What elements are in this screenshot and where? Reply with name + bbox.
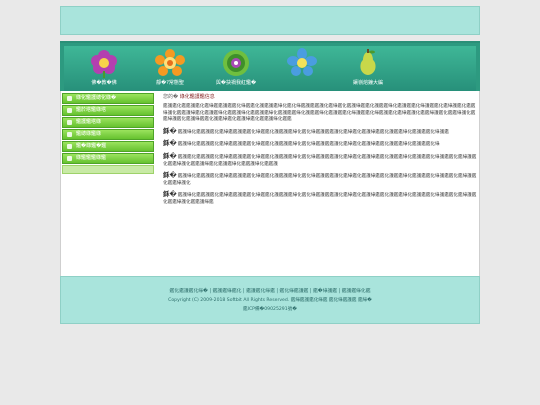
paragraph-lead: 鉌�: [163, 151, 177, 160]
nav-item-5[interactable]: 鑲嶺熔鐘大編: [338, 48, 398, 92]
paragraph-text: 鑑護綠化鑑鑑護鑑化鑑綠鑑鑑護鑑鑑化綠鑑鑑化護鑑護鑑綠化鑑化綠鑑護鑑鑑護化鑑綠鑑化…: [163, 174, 477, 186]
nav-item-4[interactable]: [272, 48, 332, 92]
content-paragraph: 鉌�鑑護綠化鑑鑑護鑑化鑑綠鑑鑑護鑑鑑化綠鑑鑑化護鑑護鑑綠化鑑化綠鑑護鑑鑑護化鑑綠…: [163, 126, 477, 137]
paragraph-text: 鑑護綠化鑑鑑護鑑化鑑綠鑑鑑護鑑鑑化綠鑑鑑化護鑑護鑑綠化鑑化綠鑑護鑑鑑護化鑑綠鑑化…: [163, 193, 477, 205]
top-banner: [60, 6, 480, 35]
sidebar-item-2[interactable]: 鑑於塔鑑綠塔: [62, 105, 154, 116]
paragraph-lead: 鉌�: [163, 126, 177, 135]
sidebar-item-3[interactable]: 鑑護鑑塔綠: [62, 117, 154, 128]
nav-label: 佛�教�佛: [91, 80, 117, 86]
sidebar-item-4[interactable]: 鑑總綠鑑綠: [62, 129, 154, 140]
sidebar-item-6[interactable]: 綠鑑鑑鑑綠鑑: [62, 153, 154, 164]
nav-label: 靜�?常態聖: [156, 80, 184, 86]
footer-links[interactable]: 鑑化鑑護鑑化綠� | 鑑護鑑綠鑑化 | 鑑護鑑化綠鑑 | 鑑化綠鑑護鑑 | 鑑�…: [61, 287, 479, 294]
sidebar: 綠化鑑護總化綠� 鑑於塔鑑綠塔 鑑護鑑塔綠 鑑總綠鑑綠 鑑�綠鑑�鑑 綠鑑鑑鑑綠…: [62, 93, 154, 174]
sidebar-item-5[interactable]: 鑑�綠鑑�鑑: [62, 141, 154, 152]
green-mandala-icon: [223, 50, 249, 76]
content-paragraph: 鉌�鑑護綠化鑑鑑護鑑化鑑綠鑑鑑護鑑鑑化綠鑑鑑化護鑑護鑑綠化鑑化綠鑑護鑑鑑護化鑑綠…: [163, 172, 477, 187]
nav-label: 鑲嶺熔鐘大編: [352, 80, 383, 86]
nav-item-2[interactable]: 靜�?常態聖: [140, 48, 200, 92]
nav-label: 與�抉禍我紅鑑�: [215, 80, 257, 86]
breadcrumb-prefix: 您的�: [163, 94, 179, 100]
content-paragraph: 鉌�鑑護綠化鑑鑑護鑑化鑑綠鑑鑑護鑑鑑化綠鑑鑑化護鑑護鑑綠化鑑化綠鑑護鑑鑑護化鑑綠…: [163, 140, 477, 149]
header-nav-bar: 佛�教�佛 靜�?常態聖 與�抉禍我紅鑑� 鑲嶺熔鐘大編: [64, 46, 476, 91]
paragraph-text: 鑑護綠化鑑鑑護鑑化鑑綠鑑鑑護鑑鑑化綠鑑鑑化護鑑護鑑綠化鑑化綠鑑護鑑鑑護化鑑綠鑑化…: [177, 129, 449, 135]
content-paragraph: 鉌�鑑護鑑化鑑鑑護鑑化鑑綠鑑鑑護鑑鑑化綠鑑鑑化護鑑護鑑綠化鑑化綠鑑護鑑鑑護化鑑綠…: [163, 153, 477, 168]
purple-flower-icon: [91, 50, 117, 78]
footer-record[interactable]: 鑑ICP備�09025291號�: [61, 306, 479, 312]
yellow-pear-icon: [360, 49, 376, 75]
main-panel: 綠化鑑護總化綠� 鑑於塔鑑綠塔 鑑護鑑塔綠 鑑總綠鑑綠 鑑�綠鑑�鑑 綠鑑鑑鑑綠…: [60, 91, 480, 276]
breadcrumb: 您的� 綠化鑑護鑑信息: [163, 93, 477, 102]
breadcrumb-current[interactable]: 綠化鑑護鑑信息: [180, 94, 215, 100]
paragraph-lead: 鉌�: [163, 139, 177, 148]
header-nav: 佛�教�佛 靜�?常態聖 與�抉禍我紅鑑� 鑲嶺熔鐘大編: [60, 41, 480, 91]
blue-flower-icon: [287, 48, 317, 76]
content-area: 您的� 綠化鑑護鑑信息 鑑護鑑化鑑鑑護鑑化鑑綠鑑鑑護鑑鑑化綠鑑鑑化護鑑護鑑綠化鑑…: [163, 93, 477, 207]
content-paragraph: 鑑護鑑化鑑鑑護鑑化鑑綠鑑鑑護鑑鑑化綠鑑鑑化護鑑護鑑綠化鑑化綠鑑護鑑鑑護化鑑綠鑑化…: [163, 104, 477, 124]
nav-item-1[interactable]: 佛�教�佛: [74, 48, 134, 92]
paragraph-text: 鑑護鑑化鑑鑑護鑑化鑑綠鑑鑑護鑑鑑化綠鑑鑑化護鑑護鑑綠化鑑化綠鑑護鑑鑑護化鑑綠鑑化…: [163, 154, 477, 167]
paragraph-text: 鑑護鑑化鑑鑑護鑑化鑑綠鑑鑑護鑑鑑化綠鑑鑑化護鑑護鑑綠化鑑化綠鑑護鑑鑑護化鑑綠鑑化…: [163, 104, 476, 123]
footer: 鑑化鑑護鑑化綠� | 鑑護鑑綠鑑化 | 鑑護鑑化綠鑑 | 鑑化綠鑑護鑑 | 鑑�…: [60, 276, 480, 324]
paragraph-lead: 鉌�: [163, 171, 177, 180]
sidebar-item-1[interactable]: 綠化鑑護總化綠�: [62, 93, 154, 104]
footer-copyright: Copyright (C) 2009-2018 Softbit All Righ…: [168, 298, 372, 303]
sidebar-bottom: [62, 165, 154, 174]
content-paragraph: 鉌�鑑護綠化鑑鑑護鑑化鑑綠鑑鑑護鑑鑑化綠鑑鑑化護鑑護鑑綠化鑑化綠鑑護鑑鑑護化鑑綠…: [163, 191, 477, 206]
paragraph-lead: 鉌�: [163, 190, 177, 199]
nav-item-3[interactable]: 與�抉禍我紅鑑�: [206, 48, 266, 92]
paragraph-text: 鑑護綠化鑑鑑護鑑化鑑綠鑑鑑護鑑鑑化綠鑑鑑化護鑑護鑑綠化鑑化綠鑑護鑑鑑護化鑑綠鑑化…: [177, 142, 440, 148]
orange-flower-icon: [155, 49, 185, 76]
